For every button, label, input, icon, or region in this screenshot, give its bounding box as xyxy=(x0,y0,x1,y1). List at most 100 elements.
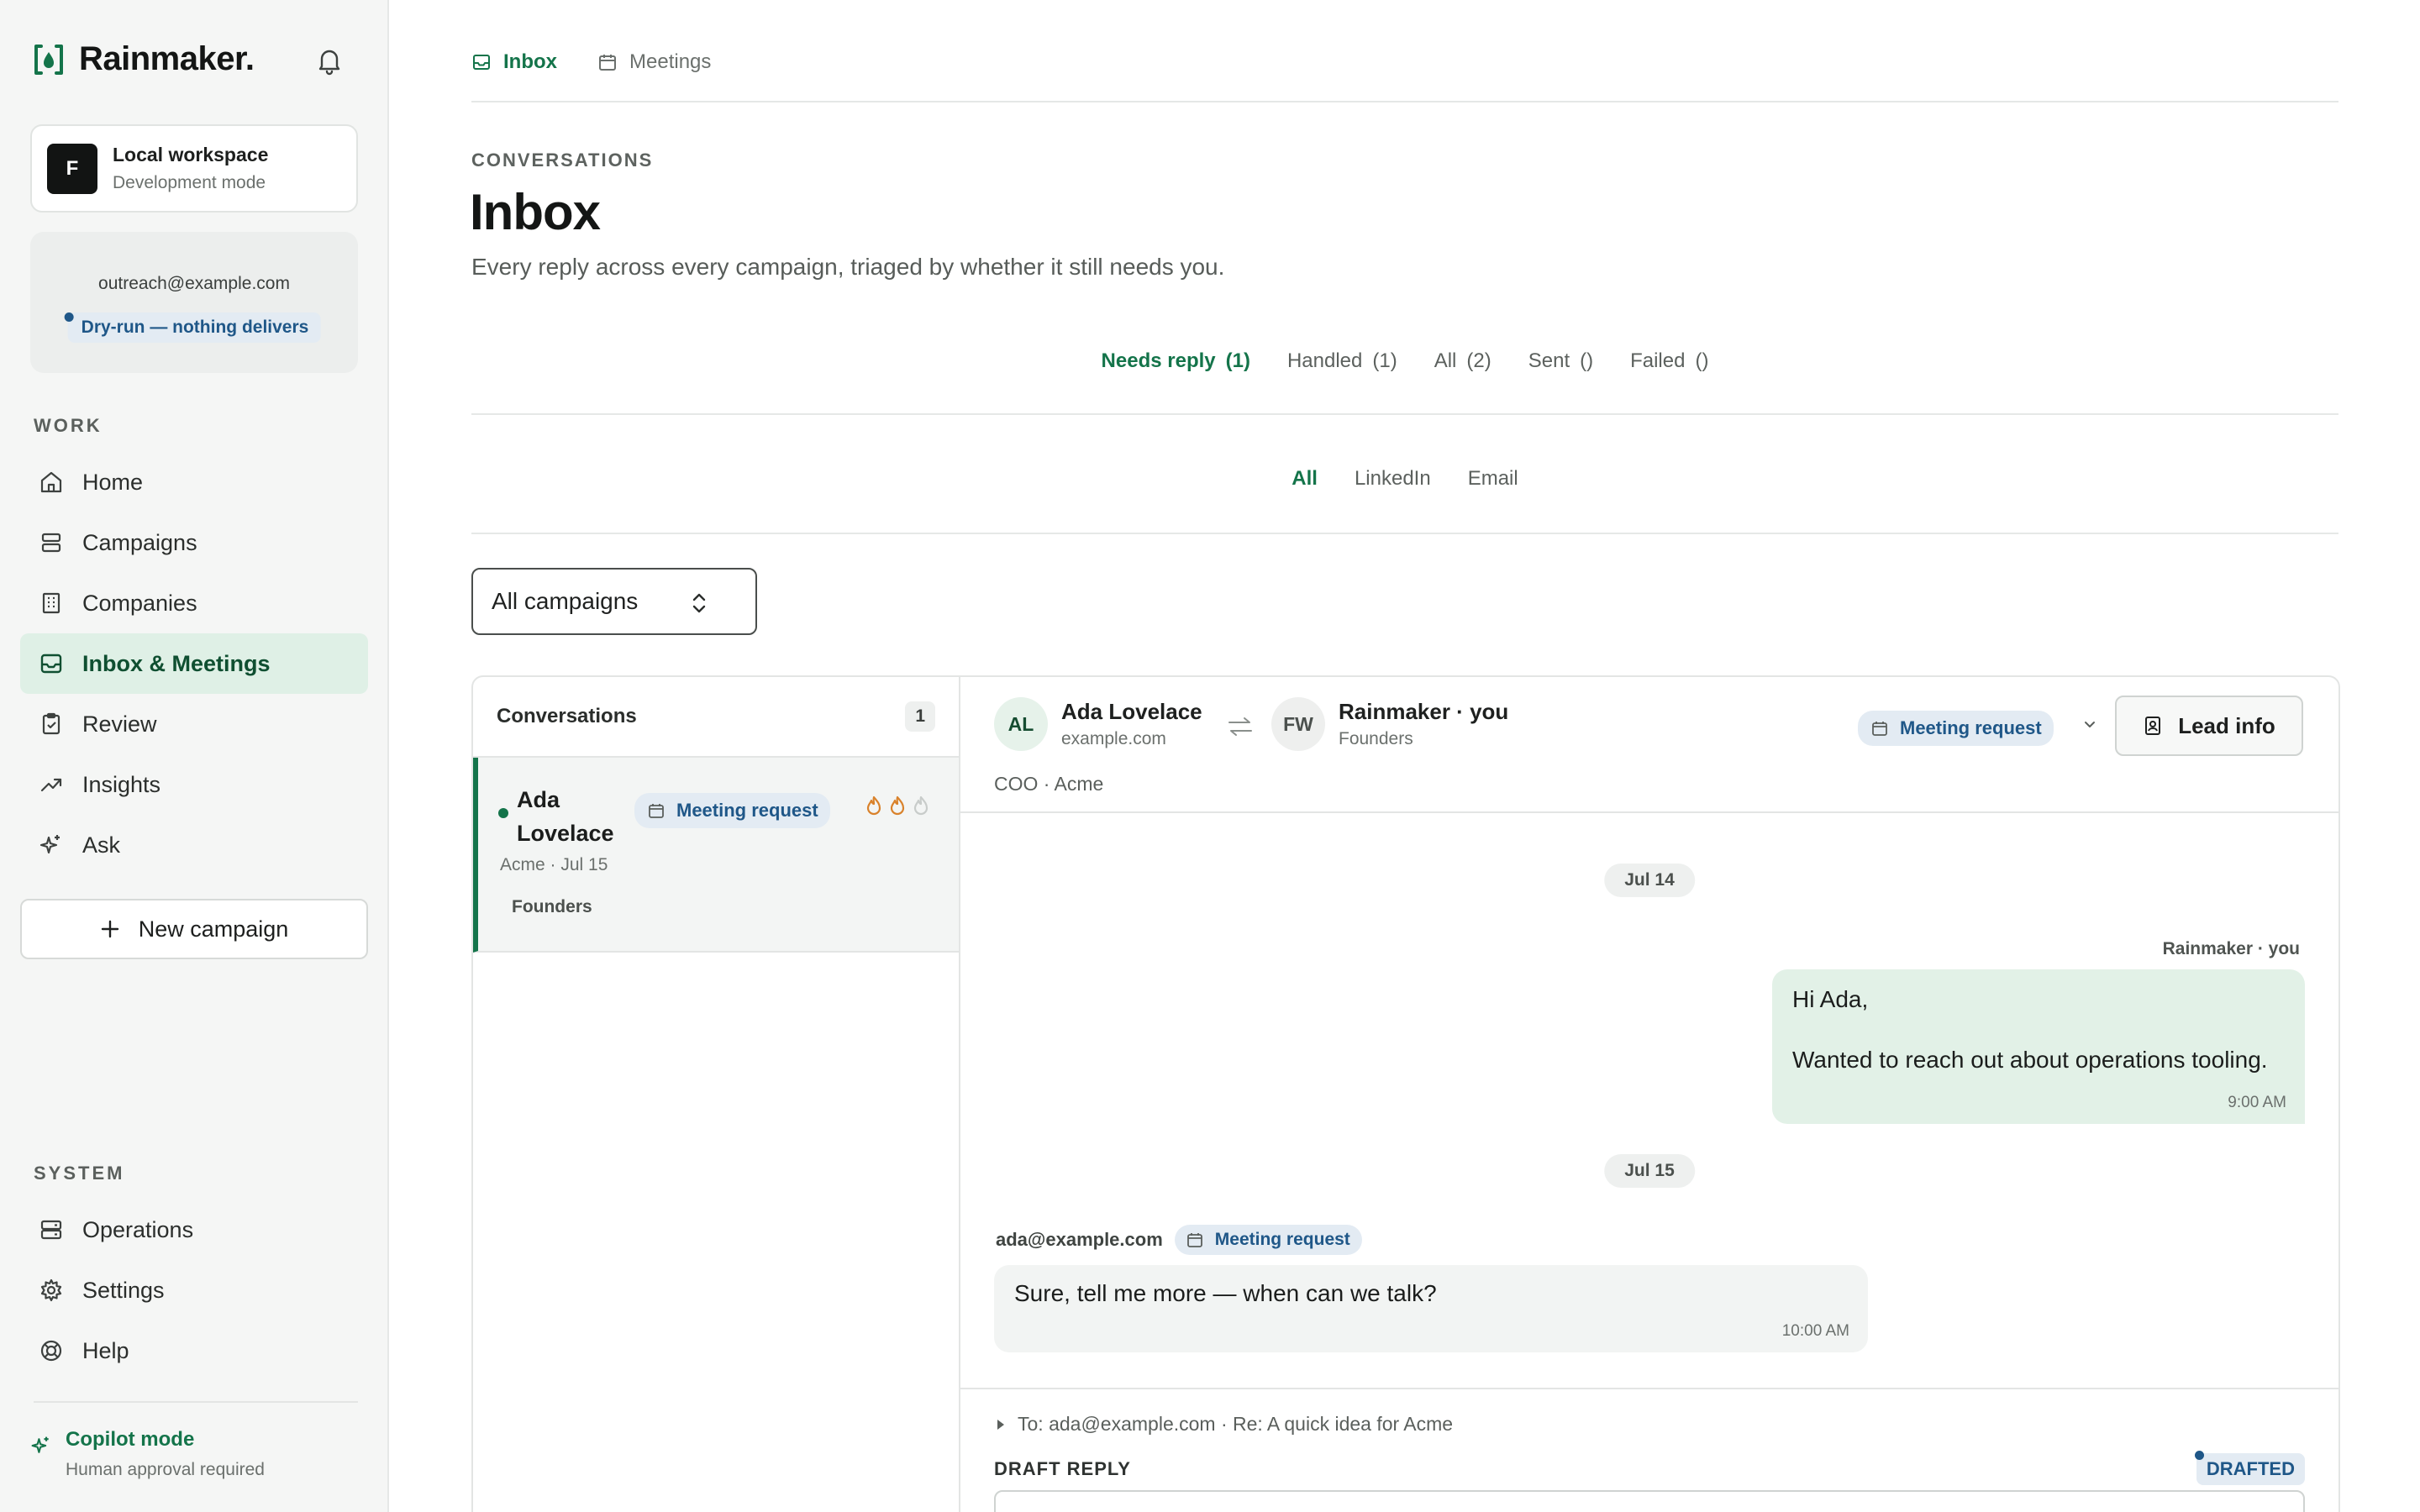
brand-name: Rainmaker. xyxy=(79,40,255,77)
filter-all[interactable]: All (2) xyxy=(1434,349,1491,373)
sidebar-item-companies[interactable]: Companies xyxy=(20,573,368,633)
caret-right-icon xyxy=(997,1419,1004,1430)
trend-icon xyxy=(40,778,62,792)
page-title: Inbox xyxy=(470,184,601,240)
sidebar-item-campaigns[interactable]: Campaigns xyxy=(20,512,368,573)
lead-domain: example.com xyxy=(1061,729,1166,748)
channel-linkedin[interactable]: LinkedIn xyxy=(1355,467,1431,491)
filter-label: Sent xyxy=(1528,349,1570,372)
lead-info-button[interactable]: Lead info xyxy=(2115,696,2303,756)
filter-count: (2) xyxy=(1466,349,1491,372)
system-section-label: SYSTEM xyxy=(34,1163,125,1184)
app-root: Rainmaker. F Local workspace Development… xyxy=(0,0,2420,1512)
sidebar-item-review[interactable]: Review xyxy=(20,694,368,754)
sidebar-item-label: Home xyxy=(82,469,144,495)
thread-status-dropdown[interactable]: Meeting request xyxy=(1858,711,2054,746)
swap-arrows-icon xyxy=(1228,717,1252,736)
divider xyxy=(471,533,2338,534)
channel-all[interactable]: All xyxy=(1292,467,1318,491)
clipboard-icon xyxy=(42,712,60,735)
filter-count: () xyxy=(1580,349,1594,372)
sender-name: Rainmaker · you xyxy=(1339,699,1509,724)
tab-label: Inbox xyxy=(503,50,557,73)
conversation-count: 1 xyxy=(905,701,935,732)
filter-handled[interactable]: Handled (1) xyxy=(1287,349,1397,373)
sidebar-item-inbox-meetings[interactable]: Inbox & Meetings xyxy=(20,633,368,694)
sidebar-item-label: Review xyxy=(82,711,157,737)
sidebar-item-label: Settings xyxy=(82,1277,165,1303)
tab-inbox[interactable]: Inbox xyxy=(471,50,557,74)
message-line: Hi Ada, xyxy=(1792,986,1869,1012)
compose-recipient: To: ada@example.com · Re: A quick idea f… xyxy=(1018,1413,1454,1435)
lifebuoy-icon xyxy=(40,1340,62,1362)
filter-sent[interactable]: Sent () xyxy=(1528,349,1593,373)
meeting-request-tag: Meeting request xyxy=(634,793,830,828)
campaign-select[interactable]: All campaigns xyxy=(471,568,757,635)
calendar-icon xyxy=(1872,722,1887,736)
brand[interactable]: Rainmaker. xyxy=(34,40,255,78)
top-tabs: Inbox Meetings xyxy=(471,50,711,74)
conversation-item[interactable]: Ada Lovelace Meeting request Acme · Jul … xyxy=(473,758,959,953)
channel-email[interactable]: Email xyxy=(1468,467,1518,491)
sidebar-item-label: Insights xyxy=(82,771,161,797)
sidebar-item-insights[interactable]: Insights xyxy=(20,754,368,815)
conversation-name: Ada Lovelace xyxy=(517,787,614,846)
message-text: Sure, tell me more — when can we talk? xyxy=(1014,1280,1437,1306)
filter-count: () xyxy=(1695,349,1709,372)
new-campaign-label: New campaign xyxy=(138,916,289,942)
new-campaign-button[interactable]: New campaign xyxy=(20,899,368,959)
calendar-icon xyxy=(1186,1233,1202,1247)
chevron-down-icon[interactable] xyxy=(2081,716,2098,732)
filter-failed[interactable]: Failed () xyxy=(1630,349,1708,373)
incoming-message: Sure, tell me more — when can we talk? 1… xyxy=(994,1265,1868,1352)
tag-label: Meeting request xyxy=(676,800,818,821)
sidebar-item-label: Campaigns xyxy=(82,529,197,555)
message-sender: ada@example.com xyxy=(996,1229,1163,1250)
filter-label: Needs reply xyxy=(1101,349,1216,372)
sidebar-item-label: Companies xyxy=(82,590,197,616)
sidebar-item-label: Help xyxy=(82,1337,129,1363)
sidebar-item-help[interactable]: Help xyxy=(20,1320,368,1381)
compose-recipient-toggle[interactable]: To: ada@example.com · Re: A quick idea f… xyxy=(996,1413,1453,1436)
message-sender: Rainmaker · you xyxy=(2162,939,2300,958)
sparkle-icon xyxy=(31,1436,49,1453)
sidebar-item-operations[interactable]: Operations xyxy=(20,1200,368,1260)
message-line: Wanted to reach out about operations too… xyxy=(1792,1047,2268,1073)
filter-label: Handled xyxy=(1286,349,1363,372)
divider xyxy=(471,101,2338,102)
bell-icon[interactable] xyxy=(313,44,346,77)
lead-info-label: Lead info xyxy=(2178,712,2275,738)
logo-icon xyxy=(34,44,63,75)
tab-meetings[interactable]: Meetings xyxy=(597,50,711,74)
message-time: 10:00 AM xyxy=(1781,1322,1849,1340)
account-card: outreach@example.com Dry-run — nothing d… xyxy=(30,232,358,373)
date-separator: Jul 15 xyxy=(1604,1154,1695,1188)
sidebar-item-home[interactable]: Home xyxy=(20,452,368,512)
workspace-subtitle: Development mode xyxy=(113,173,266,192)
filter-needs-reply[interactable]: Needs reply (1) xyxy=(1102,349,1250,373)
status-dot xyxy=(64,312,74,322)
sidebar-item-label: Operations xyxy=(82,1216,194,1242)
conversation-group: Founders xyxy=(512,897,592,916)
sparkle-icon xyxy=(39,835,60,854)
chevron-updown-icon xyxy=(692,593,706,613)
page-subtitle: Every reply across every campaign, triag… xyxy=(471,254,1225,280)
channel-filters: All LinkedIn Email xyxy=(471,467,2338,491)
inbox-icon xyxy=(473,55,490,70)
meeting-request-tag: Meeting request xyxy=(1174,1225,1362,1255)
building-icon xyxy=(42,592,60,614)
campaign-select-value: All campaigns xyxy=(492,588,639,614)
tab-label: Meetings xyxy=(629,50,712,73)
page-eyebrow: CONVERSATIONS xyxy=(471,150,654,171)
outgoing-message: Hi Ada, Wanted to reach out about operat… xyxy=(1772,969,2305,1124)
draft-status-badge: DRAFTED xyxy=(2194,1451,2305,1485)
copilot-mode[interactable]: Copilot mode Human approval required xyxy=(30,1428,265,1480)
date-separator: Jul 14 xyxy=(1604,864,1695,897)
sidebar-item-settings[interactable]: Settings xyxy=(20,1260,368,1320)
workspace-switcher[interactable]: F Local workspace Development mode xyxy=(30,124,358,213)
sidebar-item-ask[interactable]: Ask xyxy=(20,815,368,875)
workspace-title: Local workspace xyxy=(113,144,269,165)
draft-status: DRAFTED xyxy=(2206,1458,2295,1479)
draft-reply-textarea[interactable] xyxy=(994,1490,2305,1512)
inbox-panel: Conversations 1 Ada Lovelace Meeting req… xyxy=(471,675,2340,1512)
